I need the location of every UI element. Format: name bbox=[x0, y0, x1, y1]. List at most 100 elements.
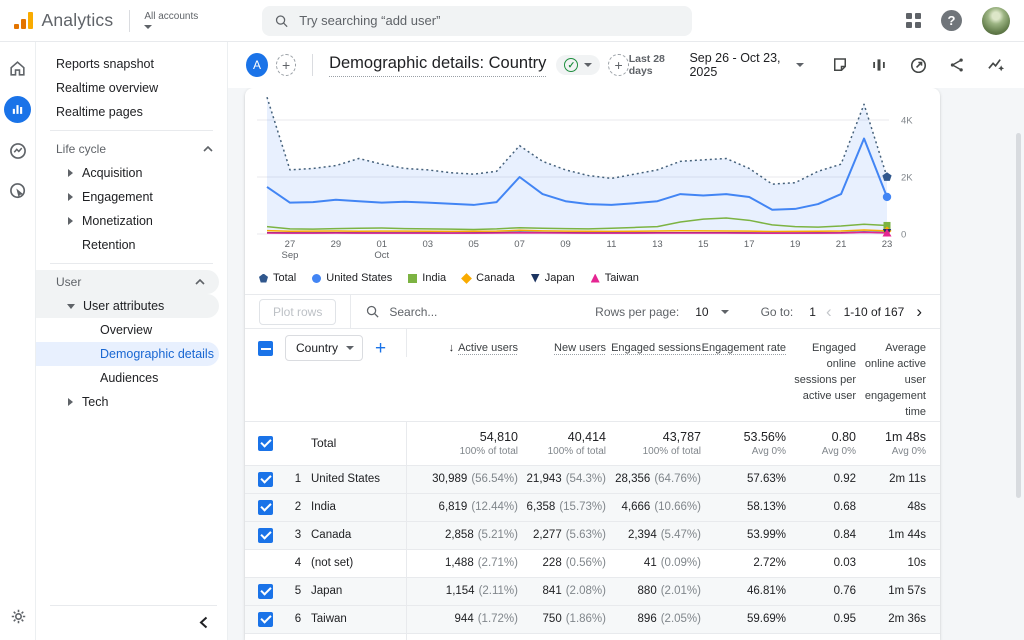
sidebar-item-audiences[interactable]: Audiences bbox=[36, 366, 227, 390]
column-header-average-online-active-user-eng[interactable]: Average online active user engagement ti… bbox=[856, 329, 940, 421]
explore-icon[interactable] bbox=[6, 139, 30, 163]
goto-value[interactable]: 1 bbox=[809, 305, 816, 319]
row-checkbox[interactable] bbox=[258, 472, 273, 487]
report-header: A + Demographic details: Country ✓ + Las… bbox=[228, 42, 1024, 88]
pace-icon[interactable] bbox=[908, 55, 928, 75]
sidebar-section-user[interactable]: User bbox=[36, 270, 219, 294]
rows-per-page-label: Rows per page: bbox=[595, 305, 679, 319]
x-axis-label: 01 bbox=[377, 239, 388, 250]
add-report-button[interactable]: + bbox=[276, 54, 296, 76]
row-rank: 2 bbox=[285, 494, 311, 521]
share-icon[interactable] bbox=[947, 55, 967, 75]
x-axis-label: 29 bbox=[331, 239, 342, 250]
prev-page-icon[interactable]: ‹ bbox=[822, 303, 836, 320]
series-line-taiwan bbox=[267, 232, 887, 233]
row-checkbox[interactable] bbox=[258, 436, 273, 451]
page-title[interactable]: Demographic details: Country bbox=[329, 54, 546, 77]
date-range[interactable]: Sep 26 - Oct 23, 2025 bbox=[689, 51, 788, 79]
date-preset-label: Last 28 days bbox=[629, 53, 680, 77]
data-table: Country + ↓Active usersNew usersEngaged se… bbox=[245, 329, 940, 640]
legend-item-total[interactable]: Total bbox=[259, 272, 296, 284]
advertising-icon[interactable] bbox=[6, 179, 30, 203]
account-switcher[interactable]: All accounts bbox=[144, 12, 198, 29]
sidebar-item-realtime-pages[interactable]: Realtime pages bbox=[36, 100, 227, 124]
metric-cell: 30,989(56.54%) bbox=[406, 466, 518, 493]
analytics-logo[interactable]: Analytics bbox=[0, 10, 113, 31]
plot-rows-button[interactable]: Plot rows bbox=[259, 299, 336, 325]
sidebar-item-reports-snapshot[interactable]: Reports snapshot bbox=[36, 52, 227, 76]
comparison-icon[interactable] bbox=[869, 55, 889, 75]
checkbox-placeholder bbox=[258, 556, 273, 571]
row-checkbox[interactable] bbox=[258, 341, 273, 356]
sort-descending-icon: ↓ bbox=[449, 341, 455, 357]
vertical-scrollbar[interactable] bbox=[1016, 133, 1021, 498]
reports-icon[interactable] bbox=[4, 96, 31, 123]
top-app-bar: Analytics All accounts ? bbox=[0, 0, 1024, 42]
sidebar-item-demographic-details[interactable]: Demographic details bbox=[36, 342, 219, 366]
legend-item-taiwan[interactable]: Taiwan bbox=[591, 272, 639, 284]
column-header-engagement-rate[interactable]: Engagement rate bbox=[701, 329, 786, 357]
controls-divider bbox=[350, 295, 351, 328]
table-row[interactable]: 4(not set)1,488(2.71%)228(0.56%)41(0.09%… bbox=[245, 550, 940, 578]
google-apps-icon[interactable] bbox=[906, 13, 921, 28]
sidebar-item-tech[interactable]: Tech bbox=[36, 390, 227, 414]
add-dimension-button[interactable]: + bbox=[375, 339, 386, 358]
insights-icon[interactable] bbox=[986, 55, 1006, 75]
report-status-pill[interactable]: ✓ bbox=[556, 55, 600, 75]
chevron-down-icon[interactable] bbox=[796, 63, 804, 67]
column-header-new-users[interactable]: New users bbox=[518, 329, 606, 357]
search-input[interactable] bbox=[299, 13, 680, 28]
row-country: United States bbox=[311, 466, 406, 493]
sidebar-item-monetization[interactable]: Monetization bbox=[36, 209, 227, 233]
sidebar-item-overview[interactable]: Overview bbox=[36, 318, 227, 342]
row-country: Japan bbox=[311, 578, 406, 605]
table-search[interactable] bbox=[365, 304, 595, 319]
add-comparison-button[interactable]: + bbox=[608, 54, 628, 76]
notes-icon[interactable] bbox=[830, 55, 850, 75]
sidebar-item-realtime-overview[interactable]: Realtime overview bbox=[36, 76, 227, 100]
chevron-down-icon bbox=[346, 346, 354, 350]
sidebar-item-engagement[interactable]: Engagement bbox=[36, 185, 227, 209]
legend-item-japan[interactable]: Japan bbox=[531, 272, 575, 284]
table-row[interactable]: 7Singapore884(1.61%)574(1.42%)673(1.54%)… bbox=[245, 634, 940, 640]
rows-per-page-value[interactable]: 10 bbox=[695, 305, 708, 319]
report-avatar[interactable]: A bbox=[246, 53, 268, 77]
row-rank: 1 bbox=[285, 466, 311, 493]
chevron-up-icon bbox=[195, 279, 205, 285]
column-header-engaged-sessions[interactable]: Engaged sessions bbox=[606, 329, 701, 357]
metric-cell: 6,358(15.73%) bbox=[518, 494, 606, 521]
sidebar-item-acquisition[interactable]: Acquisition bbox=[36, 161, 227, 185]
legend-item-canada[interactable]: Canada bbox=[462, 272, 515, 284]
sidebar-item-retention[interactable]: Retention bbox=[36, 233, 227, 257]
table-row[interactable]: 3Canada2,858(5.21%)2,277(5.63%)2,394(5.4… bbox=[245, 522, 940, 550]
legend-item-india[interactable]: India bbox=[408, 272, 446, 284]
help-icon[interactable]: ? bbox=[941, 10, 962, 31]
table-row[interactable]: 1United States30,989(56.54%)21,943(54.3%… bbox=[245, 466, 940, 494]
user-avatar[interactable] bbox=[982, 7, 1010, 35]
table-row[interactable]: 2India6,819(12.44%)6,358(15.73%)4,666(10… bbox=[245, 494, 940, 522]
row-checkbox[interactable] bbox=[258, 528, 273, 543]
home-icon[interactable] bbox=[6, 56, 30, 80]
table-row[interactable]: 5Japan1,154(2.11%)841(2.08%)880(2.01%)46… bbox=[245, 578, 940, 606]
table-row[interactable]: 6Taiwan944(1.72%)750(1.86%)896(2.05%)59.… bbox=[245, 606, 940, 634]
sidebar-section-life-cycle[interactable]: Life cycle bbox=[36, 137, 227, 161]
row-checkbox[interactable] bbox=[258, 584, 273, 599]
legend-marker-icon bbox=[531, 274, 540, 283]
settings-icon[interactable] bbox=[6, 604, 30, 628]
dimension-select[interactable]: Country bbox=[285, 335, 363, 361]
legend-item-united-states[interactable]: United States bbox=[312, 272, 392, 284]
row-checkbox[interactable] bbox=[258, 500, 273, 515]
metric-cell: 41(0.09%) bbox=[606, 550, 701, 577]
row-checkbox[interactable] bbox=[258, 612, 273, 627]
collapse-sidebar-button[interactable] bbox=[193, 612, 213, 632]
metric-cell: 1m 57s bbox=[856, 578, 940, 605]
sidebar-item-user-attributes[interactable]: User attributes bbox=[36, 294, 219, 318]
chevron-down-icon[interactable] bbox=[721, 310, 729, 314]
column-header-engaged-online-sessions-per-ac[interactable]: Engaged online sessions per active user bbox=[786, 329, 856, 405]
global-search[interactable] bbox=[262, 6, 692, 36]
line-chart-canvas[interactable]: 02K4K27Sep2901Oct0305070911131517192123 bbox=[257, 94, 928, 262]
next-page-icon[interactable]: › bbox=[912, 303, 926, 320]
legend-marker-icon bbox=[591, 274, 600, 283]
table-search-input[interactable] bbox=[389, 305, 549, 319]
column-header-active-users[interactable]: ↓Active users bbox=[406, 329, 518, 357]
